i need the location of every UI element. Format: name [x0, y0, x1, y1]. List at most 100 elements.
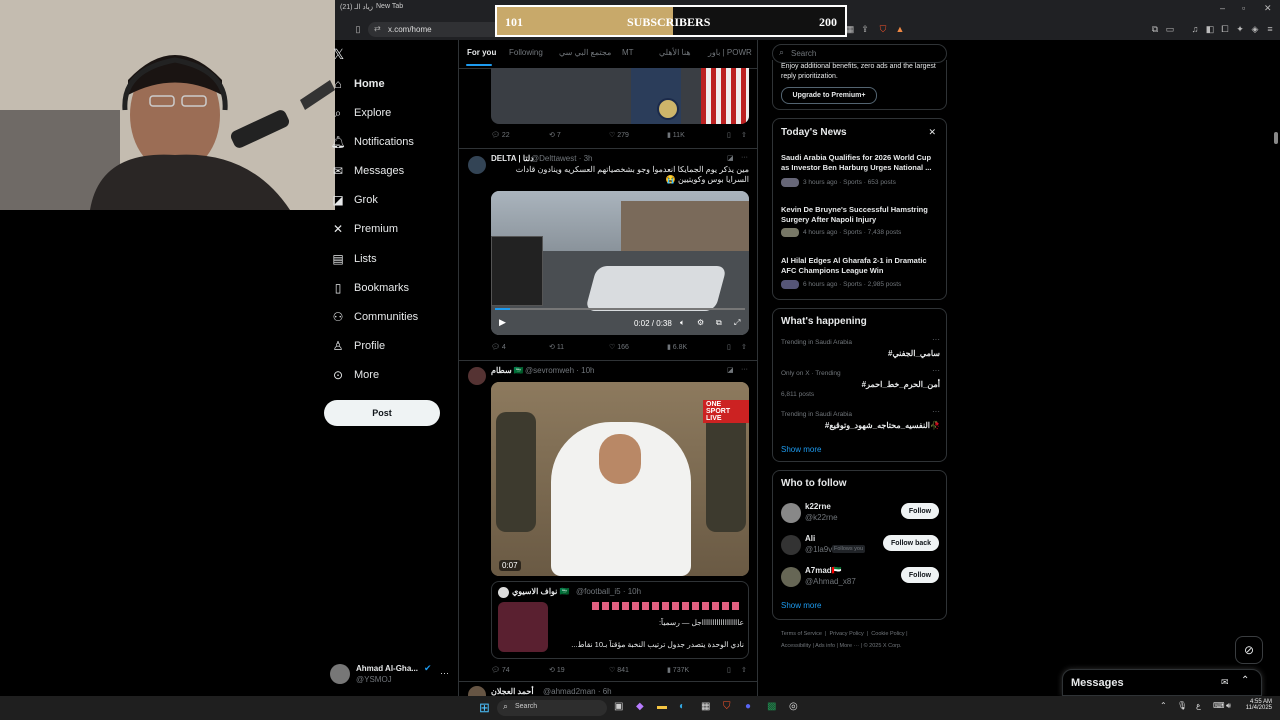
quote-tweet[interactable]: نواف الاسيوي 🇸🇦 @football_i5 · 10h عاااا…: [491, 581, 749, 659]
wallet-icon[interactable]: ▭: [1165, 24, 1175, 34]
brave-icon[interactable]: ⛉: [723, 701, 731, 712]
views-button[interactable]: ▮ 737K: [667, 666, 689, 674]
tweet-video[interactable]: ▶ 0:02 / 0:38 🔈︎ ⚙ ⧉ ⤢: [491, 191, 749, 335]
volume-icon[interactable]: 🔊︎: [1226, 701, 1231, 711]
tweet-video[interactable]: ONE SPORT LIVE 0:07: [491, 382, 749, 576]
tab-powr[interactable]: باور | POWR: [708, 48, 752, 57]
nav-bookmarks[interactable]: ▯ Bookmarks: [330, 277, 409, 299]
excel-icon[interactable]: ▩: [767, 701, 776, 712]
footer-link[interactable]: Terms of Service: [781, 631, 822, 637]
share-icon[interactable]: ⇧: [741, 131, 747, 139]
tweet-author-name[interactable]: DELTA | دلتا: [491, 154, 534, 163]
pip-icon[interactable]: ⧉: [716, 318, 722, 328]
trend-item[interactable]: Only on X · Trending ··· #أمن_الحرم_خط_ا…: [773, 366, 948, 402]
grok-floating-button[interactable]: ⊘: [1235, 636, 1263, 664]
language-icon[interactable]: ع: [1196, 701, 1201, 710]
file-explorer-icon[interactable]: ▬: [657, 701, 667, 712]
tab-community[interactable]: مجتمع البي سي: [559, 48, 611, 57]
bookmark-icon[interactable]: ▯: [727, 343, 731, 351]
avatar[interactable]: [468, 156, 486, 174]
more-dots-icon[interactable]: ···: [932, 335, 940, 344]
bookmark-icon[interactable]: ▯: [727, 131, 731, 139]
share-icon[interactable]: ⇧: [741, 343, 747, 351]
grok-icon[interactable]: ◪: [727, 154, 734, 162]
copilot-icon[interactable]: ◆: [636, 701, 644, 712]
account-switcher[interactable]: Ahmad Al-Gha... ✔ @YSMOJ ···: [330, 663, 450, 686]
nav-premium[interactable]: ✕ Premium: [330, 218, 398, 240]
more-dots-icon[interactable]: ···: [741, 154, 748, 161]
fullscreen-icon[interactable]: ⤢: [734, 318, 740, 328]
maximize-icon[interactable]: ▫: [1242, 3, 1245, 13]
nav-explore[interactable]: ⌕ Explore: [330, 102, 392, 124]
follow-button[interactable]: Follow: [901, 503, 939, 519]
tab-mt[interactable]: MT: [622, 48, 634, 57]
tweet-author-handle[interactable]: @Delttawest · 3h: [531, 154, 592, 163]
news-item[interactable]: Al Hilal Edges Al Gharafa 2-1 in Dramati…: [773, 256, 948, 298]
task-view-icon[interactable]: ▣: [614, 701, 623, 712]
nav-grok[interactable]: ◪ Grok: [330, 189, 378, 211]
edge-icon[interactable]: ◐: [679, 701, 685, 712]
bookmark-icon[interactable]: ▯: [353, 24, 363, 34]
show-more-link[interactable]: Show more: [781, 445, 821, 454]
close-icon[interactable]: ✕: [928, 127, 936, 138]
nav-more[interactable]: ⊙ More: [330, 364, 379, 386]
avatar[interactable]: [468, 367, 486, 385]
mute-icon[interactable]: 🔈︎: [680, 318, 685, 328]
reply-button[interactable]: 💬︎ 74: [491, 666, 510, 674]
taskbar-search[interactable]: ⌕ Search: [497, 700, 607, 716]
minimize-icon[interactable]: –: [1220, 3, 1225, 13]
page-scrollbar[interactable]: [1274, 132, 1278, 144]
tab-ahli[interactable]: هنا الأهلي: [659, 48, 691, 57]
nav-communities[interactable]: ⚇ Communities: [330, 306, 419, 328]
like-button[interactable]: ♡ 166: [609, 343, 629, 351]
nav-lists[interactable]: ▤ Lists: [330, 248, 376, 270]
avatar[interactable]: [468, 686, 486, 696]
network-icon[interactable]: ⌨: [1213, 701, 1225, 710]
expand-icon[interactable]: ⌃: [1241, 675, 1249, 686]
show-more-link[interactable]: Show more: [781, 601, 821, 610]
tweet-media-image[interactable]: [491, 68, 749, 124]
nav-profile[interactable]: ♙ Profile: [330, 335, 386, 357]
share-icon[interactable]: ⇪: [860, 24, 870, 34]
views-button[interactable]: ▮ 6.8K: [667, 343, 687, 351]
like-button[interactable]: ♡ 279: [609, 131, 629, 139]
tweet-author-handle[interactable]: @sevromweh · 10h: [525, 366, 594, 375]
bookmark-icon[interactable]: ▯: [727, 666, 731, 674]
tweet-author-name[interactable]: أحمد العجلان: [491, 687, 534, 696]
obs-icon[interactable]: ◎: [789, 701, 798, 712]
footer-link[interactable]: Ads info: [815, 643, 835, 649]
sidebar-icon[interactable]: ◧: [1205, 24, 1215, 34]
trend-item[interactable]: Trending in Saudi Arabia ··· #سامي_الجفن…: [773, 335, 948, 365]
play-icon[interactable]: ▶: [499, 317, 506, 328]
grok-icon[interactable]: ◪: [727, 366, 734, 374]
new-message-icon[interactable]: ✉: [1221, 677, 1229, 688]
tabs-icon[interactable]: ⧠: [1220, 24, 1230, 34]
nav-notifications[interactable]: 🔔︎ Notifications: [330, 131, 414, 153]
footer-link[interactable]: Accessibility: [781, 643, 811, 649]
settings-icon[interactable]: ⚙: [697, 318, 704, 327]
trend-item[interactable]: Trending in Saudi Arabia ··· #النفسيه_مح…: [773, 407, 948, 437]
site-info-icon[interactable]: ⇄: [374, 24, 381, 33]
post-button[interactable]: Post: [324, 400, 440, 426]
tab-following[interactable]: Following: [509, 48, 543, 57]
share-icon[interactable]: ⇧: [741, 666, 747, 674]
music-icon[interactable]: ♫: [1190, 24, 1200, 34]
close-icon[interactable]: ✕: [1264, 3, 1272, 14]
x-logo-icon[interactable]: 𝕏: [333, 46, 344, 63]
news-item[interactable]: Kevin De Bruyne's Successful Hamstring S…: [773, 205, 948, 247]
tray-chevron-icon[interactable]: ⌃: [1160, 701, 1167, 710]
discord-icon[interactable]: ●: [745, 701, 751, 712]
more-dots-icon[interactable]: ···: [440, 668, 449, 678]
more-dots-icon[interactable]: ···: [932, 407, 940, 416]
brave-shield-icon[interactable]: ⛉: [878, 24, 888, 34]
menu-icon[interactable]: ≡: [1265, 24, 1275, 34]
clock[interactable]: 4:55 AM 11/4/2025: [1240, 699, 1272, 711]
tab-for-you[interactable]: For you: [467, 48, 496, 57]
upgrade-premium-button[interactable]: Upgrade to Premium+: [781, 87, 877, 104]
views-button[interactable]: ▮ 11K: [667, 131, 685, 139]
browser-tab[interactable]: (21) زياد الـ: [340, 3, 373, 17]
more-dots-icon[interactable]: ···: [932, 366, 940, 375]
repost-button[interactable]: ⟲ 7: [549, 131, 561, 139]
repost-button[interactable]: ⟲ 19: [549, 666, 565, 674]
extension-icon[interactable]: ⧉: [1150, 24, 1160, 34]
